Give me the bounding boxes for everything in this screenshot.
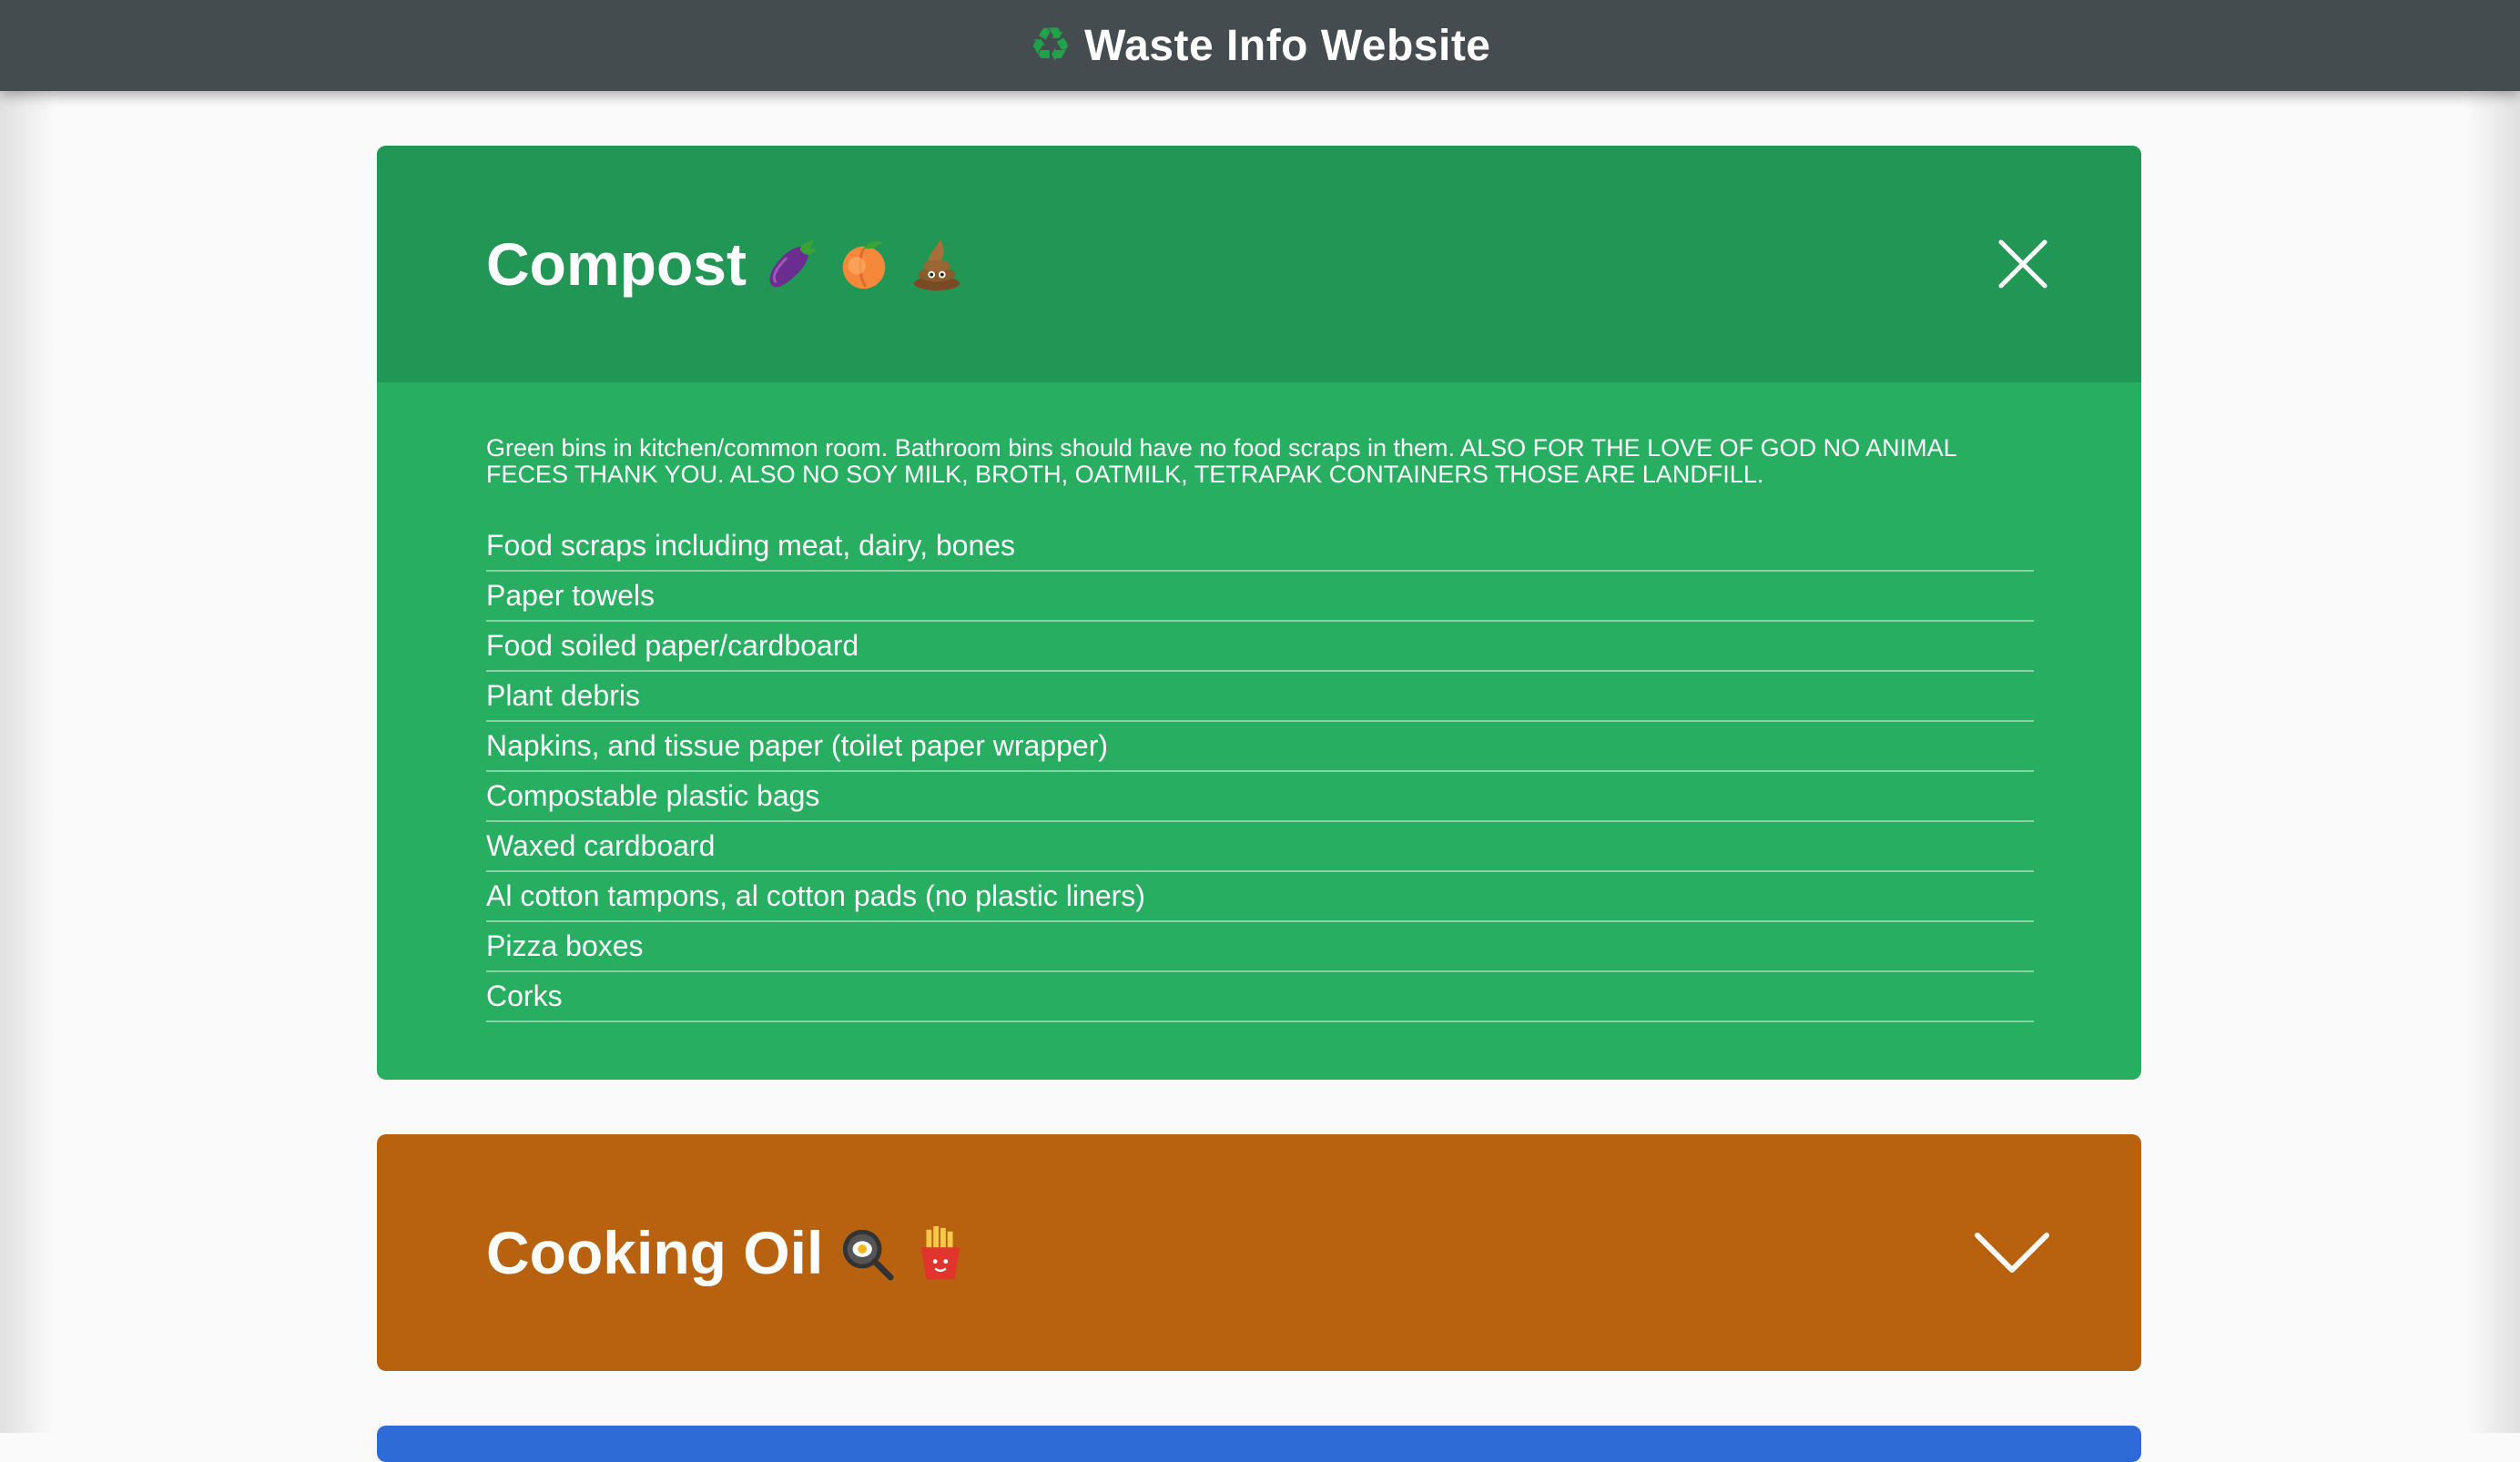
frying-pan-icon	[843, 1229, 894, 1281]
list-item: Food scraps including meat, dairy, bones	[486, 523, 2034, 572]
poop-icon	[913, 239, 960, 291]
section-cooking-oil-header[interactable]: Cooking Oil	[377, 1134, 2141, 1371]
page-shadow-left	[0, 0, 55, 1433]
section-title-group: Compost	[486, 229, 965, 299]
section-title-group: Cooking Oil	[486, 1218, 969, 1287]
section-title: Cooking Oil	[486, 1219, 824, 1286]
section-compost-header[interactable]: Compost	[377, 146, 2141, 382]
list-item: Food soiled paper/cardboard	[486, 623, 2034, 672]
section-note: Green bins in kitchen/common room. Bathr…	[486, 434, 1956, 488]
list-item: Al cotton tampons, al cotton pads (no pl…	[486, 873, 2034, 922]
section-next[interactable]	[377, 1426, 2141, 1462]
page-shadow-right	[2465, 0, 2520, 1433]
top-bar: ♻ Waste Info Website	[0, 0, 2520, 91]
close-icon[interactable]	[1996, 237, 2050, 291]
eggplant-icon	[769, 239, 818, 288]
peach-icon	[842, 240, 886, 289]
site-header: ♻ Waste Info Website	[1029, 21, 1490, 71]
section-compost: Compost Green bins in kitchen/common roo…	[377, 146, 2141, 1080]
french-fries-icon	[921, 1225, 960, 1280]
list-item: Pizza boxes	[486, 923, 2034, 972]
chevron-down-icon[interactable]	[1974, 1230, 2050, 1275]
site-title: Waste Info Website	[1084, 21, 1491, 70]
list-item: Paper towels	[486, 573, 2034, 622]
list-item: Compostable plastic bags	[486, 773, 2034, 822]
list-item: Corks	[486, 973, 2034, 1022]
list-item: Napkins, and tissue paper (toilet paper …	[486, 723, 2034, 772]
section-cooking-oil: Cooking Oil	[377, 1134, 2141, 1371]
section-compost-body: Green bins in kitchen/common room. Bathr…	[377, 382, 2141, 1022]
section-title: Compost	[486, 230, 747, 298]
list-item: Plant debris	[486, 673, 2034, 722]
list-item: Waxed cardboard	[486, 823, 2034, 872]
accepted-items-list: Food scraps including meat, dairy, bones…	[486, 523, 2034, 1022]
recycle-icon: ♻	[1029, 18, 1072, 73]
